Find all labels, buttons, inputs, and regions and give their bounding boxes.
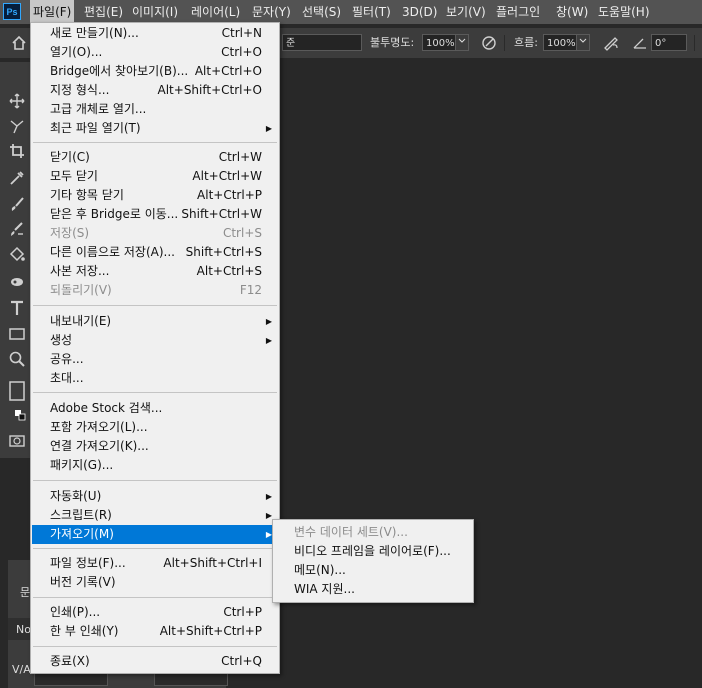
- menu-item-open-recent[interactable]: 최근 파일 열기(T) ▶: [32, 119, 278, 138]
- menu-item-share[interactable]: 공유...: [32, 350, 278, 369]
- menu-bar: Ps 파일(F) 편집(E) 이미지(I) 레이어(L) 문자(Y) 선택(S)…: [0, 0, 702, 24]
- lasso-tool-icon[interactable]: [8, 117, 26, 135]
- brush-tool-icon[interactable]: [8, 195, 26, 213]
- menu-item-automate[interactable]: 자동화(U) ▶: [32, 487, 278, 506]
- menu-separator: [33, 597, 277, 598]
- rectangle-tool-icon[interactable]: [8, 325, 26, 343]
- menu-filter[interactable]: 필터(T): [349, 0, 394, 24]
- menu-edit[interactable]: 편집(E): [81, 0, 126, 24]
- menu-item-print-one-copy[interactable]: 한 부 인쇄(Y) Alt+Shift+Ctrl+P: [32, 622, 278, 641]
- submenu-item-notes[interactable]: 메모(N)...: [274, 561, 472, 580]
- menu-item-place-embedded[interactable]: 포함 가져오기(L)...: [32, 418, 278, 437]
- submenu-item-variable-data-sets[interactable]: 변수 데이터 세트(V)...: [274, 523, 472, 542]
- menu-separator: [33, 305, 277, 306]
- menu-item-close-all[interactable]: 모두 닫기 Alt+Ctrl+W: [32, 167, 278, 186]
- photoshop-logo: Ps: [3, 3, 21, 20]
- move-tool-icon[interactable]: [8, 92, 26, 110]
- paint-bucket-tool-icon[interactable]: [8, 246, 26, 264]
- pressure-opacity-icon[interactable]: [480, 34, 498, 52]
- opacity-dropdown[interactable]: [455, 34, 469, 51]
- menu-select[interactable]: 선택(S): [299, 0, 344, 24]
- menu-image[interactable]: 이미지(I): [129, 0, 181, 24]
- crop-tool-icon[interactable]: [8, 142, 26, 160]
- menu-item-close-go-bridge[interactable]: 닫은 후 Bridge로 이동... Shift+Ctrl+W: [32, 205, 278, 224]
- menu-item-open[interactable]: 열기(O)... Ctrl+O: [32, 43, 278, 62]
- zoom-tool-icon[interactable]: [8, 350, 26, 368]
- menu-file[interactable]: 파일(F): [30, 0, 75, 24]
- menu-item-new[interactable]: 새로 만들기(N)... Ctrl+N: [32, 24, 278, 43]
- file-menu-dropdown: 새로 만들기(N)... Ctrl+N 열기(O)... Ctrl+O Bridge…: [30, 22, 280, 674]
- type-tool-icon[interactable]: [8, 299, 26, 317]
- quick-mask-icon[interactable]: [8, 432, 26, 450]
- menu-item-invite[interactable]: 초대...: [32, 369, 278, 388]
- menu-separator: [33, 480, 277, 481]
- smudge-tool-icon[interactable]: [8, 272, 26, 290]
- menu-item-export[interactable]: 내보내기(E) ▶: [32, 312, 278, 331]
- airbrush-icon[interactable]: [602, 34, 620, 52]
- menu-view[interactable]: 보기(V): [443, 0, 489, 24]
- clone-stamp-tool-icon[interactable]: [8, 220, 26, 238]
- menu-item-save-copy[interactable]: 사본 저장... Alt+Ctrl+S: [32, 262, 278, 281]
- import-submenu: 변수 데이터 세트(V)... 비디오 프레임을 레이어로(F)... 메모(N…: [272, 519, 474, 603]
- eyedropper-tool-icon[interactable]: [8, 169, 26, 187]
- font-family-field[interactable]: No: [16, 623, 31, 636]
- menu-item-print[interactable]: 인쇄(P)... Ctrl+P: [32, 603, 278, 622]
- menu-item-open-as[interactable]: 지정 형식... Alt+Shift+Ctrl+O: [32, 81, 278, 100]
- menu-3d[interactable]: 3D(D): [399, 0, 440, 24]
- menu-separator: [33, 142, 277, 143]
- mode-select[interactable]: 준: [282, 34, 362, 51]
- submenu-arrow-icon: ▶: [265, 317, 272, 326]
- default-colors-icon[interactable]: [14, 408, 26, 421]
- angle-icon: [632, 35, 648, 51]
- flow-input[interactable]: 100%: [543, 34, 577, 51]
- submenu-item-wia-support[interactable]: WIA 지원...: [274, 580, 472, 599]
- flow-label: 흐름:: [514, 36, 538, 49]
- submenu-arrow-icon: ▶: [265, 124, 272, 133]
- menu-item-file-info[interactable]: 파일 정보(F)... Alt+Shift+Ctrl+I: [32, 554, 278, 573]
- menu-item-version-history[interactable]: 버전 기록(V): [32, 573, 278, 592]
- opacity-label: 불투명도:: [370, 36, 415, 49]
- menu-help[interactable]: 도움말(H): [595, 0, 653, 24]
- menu-item-revert[interactable]: 되돌리기(V) F12: [32, 281, 278, 300]
- menu-item-place-linked[interactable]: 연결 가져오기(K)...: [32, 437, 278, 456]
- menu-window[interactable]: 창(W): [553, 0, 591, 24]
- separator: [504, 35, 505, 51]
- menu-separator: [33, 548, 277, 549]
- submenu-arrow-icon: ▶: [265, 492, 272, 501]
- menu-item-scripts[interactable]: 스크립트(R) ▶: [32, 506, 278, 525]
- menu-item-browse-bridge[interactable]: Bridge에서 찾아보기(B)... Alt+Ctrl+O: [32, 62, 278, 81]
- angle-input[interactable]: 0°: [651, 34, 687, 51]
- menu-item-import[interactable]: 가져오기(M) ▶: [32, 525, 278, 544]
- menu-item-close[interactable]: 닫기(C) Ctrl+W: [32, 148, 278, 167]
- menu-item-save[interactable]: 저장(S) Ctrl+S: [32, 224, 278, 243]
- menu-type[interactable]: 문자(Y): [249, 0, 294, 24]
- menu-item-package[interactable]: 패키지(G)...: [32, 456, 278, 475]
- menu-item-exit[interactable]: 종료(X) Ctrl+Q: [32, 652, 278, 671]
- submenu-arrow-icon: ▶: [265, 336, 272, 345]
- panel-tab-label[interactable]: 문: [20, 584, 30, 600]
- submenu-item-video-frames-to-layers[interactable]: 비디오 프레임을 레이어로(F)...: [274, 542, 472, 561]
- menu-item-open-smart-object[interactable]: 고급 개체로 열기...: [32, 100, 278, 119]
- tools-panel: [0, 62, 30, 458]
- flow-dropdown[interactable]: [576, 34, 590, 51]
- home-icon[interactable]: [10, 34, 28, 52]
- kerning-label: V/A: [12, 663, 31, 676]
- menu-separator: [33, 646, 277, 647]
- menu-item-adobe-stock[interactable]: Adobe Stock 검색...: [32, 399, 278, 418]
- menu-item-save-as[interactable]: 다른 이름으로 저장(A)... Shift+Ctrl+S: [32, 243, 278, 262]
- menu-separator: [33, 392, 277, 393]
- foreground-color-swatch[interactable]: [8, 380, 26, 401]
- menu-item-generate[interactable]: 생성 ▶: [32, 331, 278, 350]
- menu-plugins[interactable]: 플러그인: [493, 0, 543, 24]
- separator: [694, 35, 695, 51]
- opacity-input[interactable]: 100%: [422, 34, 456, 51]
- menu-item-close-others[interactable]: 기타 항목 닫기 Alt+Ctrl+P: [32, 186, 278, 205]
- menu-layer[interactable]: 레이어(L): [188, 0, 243, 24]
